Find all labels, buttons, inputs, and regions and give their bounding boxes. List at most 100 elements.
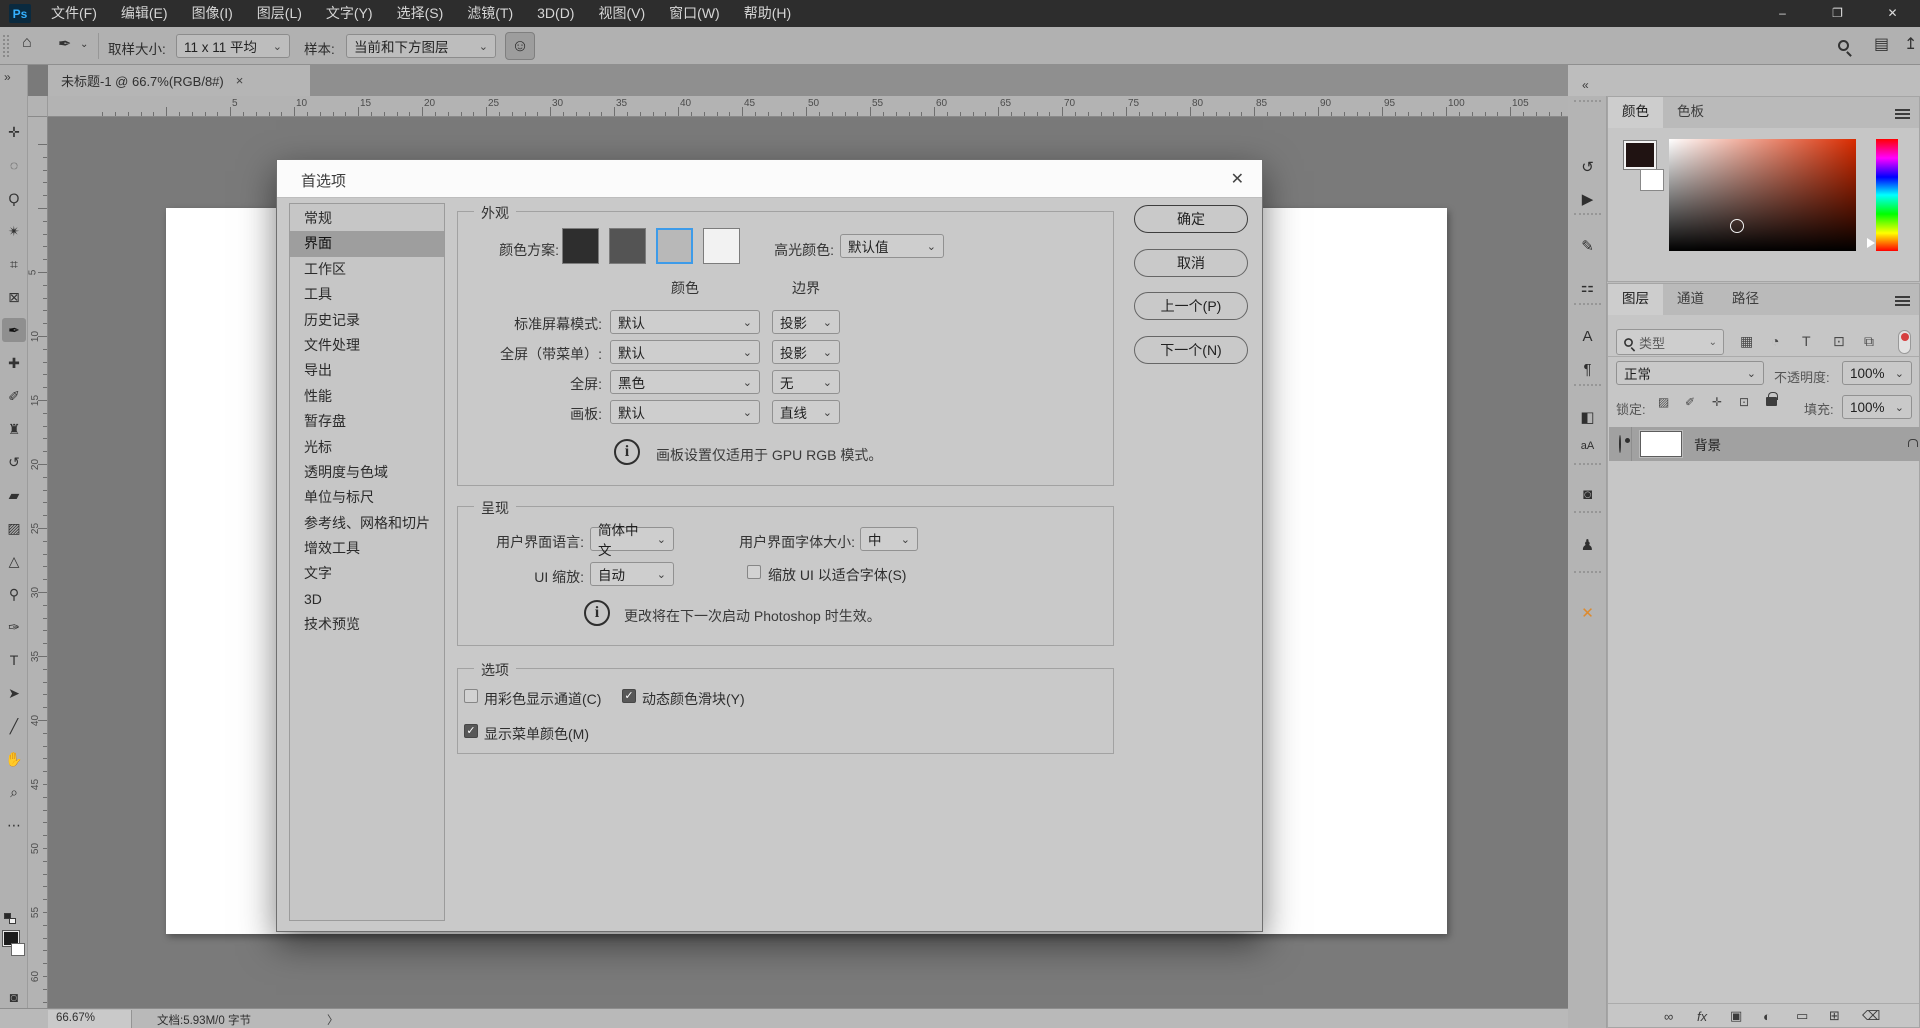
ui-font-size-select[interactable]: 中 [860,527,918,551]
menu-item[interactable]: 文字(Y) [314,0,385,27]
lock-pixels-icon[interactable]: ✐ [1685,395,1695,409]
nav-item-界面[interactable]: 界面 [290,231,444,256]
add-mask-icon[interactable]: ▣ [1730,1008,1742,1024]
properties-panel-icon[interactable]: ◧ [1568,408,1607,426]
frame-tool[interactable]: ⊠ [2,285,26,309]
eraser-tool[interactable]: ▰ [2,483,26,507]
color-select[interactable]: 默认 [610,340,760,364]
hue-slider-handle[interactable] [1867,238,1875,248]
panel-menu-icon[interactable] [1895,109,1910,111]
history-brush-tool[interactable]: ↺ [2,450,26,474]
border-select[interactable]: 直线 [772,400,840,424]
next-button[interactable]: 下一个(N) [1134,336,1248,364]
nav-item-性能[interactable]: 性能 [290,384,444,409]
horizontal-ruler[interactable]: 5101520253035404550556065707580859095100… [48,96,1568,117]
menu-item[interactable]: 图层(L) [245,0,314,27]
color-scheme-swatch[interactable] [656,228,693,264]
option-checkbox[interactable]: ✓ [464,724,478,738]
option-checkbox[interactable] [464,689,478,703]
nav-item-历史记录[interactable]: 历史记录 [290,308,444,333]
color-scheme-swatch[interactable] [703,228,740,264]
toolbar-collapse-icon[interactable]: » [4,70,10,84]
home-icon[interactable]: ⌂ [22,34,32,52]
eyedropper-tool-icon[interactable]: ✒ [58,34,71,54]
tab-路径[interactable]: 路径 [1718,284,1773,315]
history-panel-icon[interactable]: ↺ [1568,158,1607,176]
foreground-color-swatch[interactable] [1624,141,1656,169]
menu-item[interactable]: 编辑(E) [109,0,180,27]
zoom-tool[interactable]: ⌕ [2,780,26,804]
nav-item-参考线、网格和切片[interactable]: 参考线、网格和切片 [290,511,444,536]
dodge-tool[interactable]: ⚲ [2,582,26,606]
sample-size-select[interactable]: 11 x 11 平均 [176,34,290,58]
nav-item-技术预览[interactable]: 技术预览 [290,612,444,637]
shape-tool[interactable]: ╱ [2,714,26,738]
foreground-background-swatches[interactable] [3,931,27,961]
paragraph-panel-icon[interactable]: ¶ [1568,361,1607,378]
color-saturation-field[interactable] [1669,139,1856,251]
border-select[interactable]: 无 [772,370,840,394]
pen-tool[interactable]: ✑ [2,615,26,639]
hue-slider-bar[interactable] [1876,139,1898,251]
magic-wand-tool[interactable]: ✴ [2,219,26,243]
path-select-tool[interactable]: ➤ [2,681,26,705]
background-color-swatch[interactable] [1640,169,1664,191]
scale-ui-checkbox[interactable] [747,565,761,579]
menu-item[interactable]: 滤镜(T) [455,0,525,27]
nav-item-常规[interactable]: 常规 [290,206,444,231]
adjustments-panel-icon[interactable]: ◙ [1568,486,1607,503]
panel-menu-icon[interactable] [1895,296,1910,298]
nav-item-文件处理[interactable]: 文件处理 [290,333,444,358]
color-select[interactable]: 默认 [610,400,760,424]
tab-通道[interactable]: 通道 [1663,284,1718,315]
smiley-button[interactable]: ☺ [505,32,535,60]
color-scheme-swatch[interactable] [609,228,646,264]
type-tool[interactable]: T [2,648,26,672]
background-color-swatch[interactable] [11,943,25,956]
cancel-button[interactable]: 取消 [1134,249,1248,277]
clone-stamp-tool[interactable]: ♜ [2,417,26,441]
brush-settings-panel-icon[interactable]: ✎ [1568,237,1607,255]
nav-item-单位与标尺[interactable]: 单位与标尺 [290,485,444,510]
fill-select[interactable]: 100% [1842,395,1912,419]
vertical-ruler[interactable]: 51015202530354045505560 [28,117,48,1008]
nav-item-3D[interactable]: 3D [290,587,444,612]
nav-item-工作区[interactable]: 工作区 [290,257,444,282]
filter-pixel-layers-icon[interactable]: ▦ [1740,333,1753,350]
crop-tool[interactable]: ⌗ [2,252,26,276]
color-cursor[interactable] [1730,219,1744,233]
clone-source-panel-icon[interactable]: ⚏ [1568,278,1607,296]
color-scheme-swatch[interactable] [562,228,599,264]
tool-preset-chevron-icon[interactable]: ⌄ [80,39,88,50]
tab-色板[interactable]: 色板 [1663,97,1718,128]
menu-item[interactable]: 3D(D) [525,0,586,27]
character-panel-icon[interactable]: A [1568,328,1607,345]
tab-close-icon[interactable]: × [236,73,244,88]
eyedropper-tool[interactable]: ✒ [2,318,26,342]
close-panel-icon[interactable]: ✕ [1568,604,1607,622]
filter-type-layers-icon[interactable]: T [1802,333,1811,349]
layer-filter-select[interactable]: 类型⌄ [1616,329,1724,355]
sample-select[interactable]: 当前和下方图层 [346,34,496,58]
workspace-icon[interactable]: ▤ [1874,34,1889,54]
nav-item-导出[interactable]: 导出 [290,358,444,383]
options-bar-drag-handle[interactable] [3,35,9,57]
nav-item-文字[interactable]: 文字 [290,561,444,586]
dialog-close-icon[interactable]: ✕ [1231,169,1244,189]
restore-icon[interactable]: ❐ [1810,0,1865,27]
highlight-color-select[interactable]: 默认值 [840,234,944,258]
hand-tool[interactable]: ✋ [2,747,26,771]
close-icon[interactable]: ✕ [1865,0,1920,27]
filter-shape-layers-icon[interactable]: ⊡ [1833,333,1845,350]
menu-item[interactable]: 帮助(H) [732,0,803,27]
quick-mask-icon[interactable]: ◙ [2,985,26,1009]
lock-artboard-icon[interactable]: ⊡ [1739,395,1749,409]
menu-item[interactable]: 文件(F) [39,0,109,27]
lock-transparency-icon[interactable]: ▨ [1658,395,1669,409]
gradient-tool[interactable]: ▨ [2,516,26,540]
healing-brush-tool[interactable]: ✚ [2,351,26,375]
status-chevron-icon[interactable]: 〉 [327,1012,339,1028]
dialog-title-bar[interactable]: 首选项 ✕ [277,160,1262,198]
default-colors-icon[interactable] [4,913,16,924]
prev-button[interactable]: 上一个(P) [1134,292,1248,320]
